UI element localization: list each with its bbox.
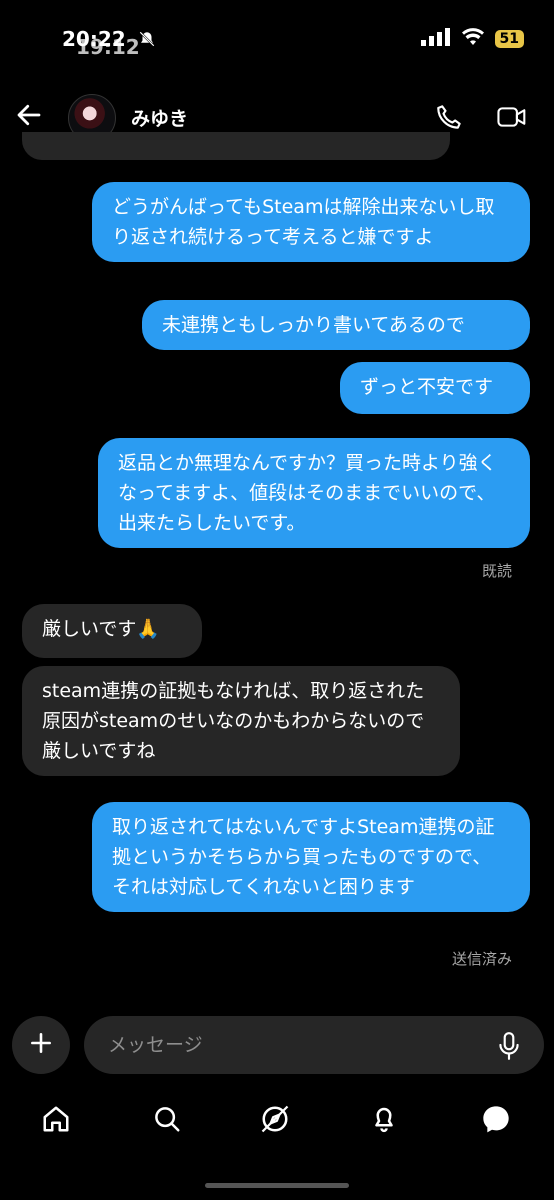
battery-indicator: 51 (494, 30, 524, 48)
wifi-icon (461, 28, 485, 50)
bottom-navigation (0, 1094, 554, 1144)
sent-status: 送信済み (451, 950, 512, 968)
message-outgoing: どうがんばってもSteamは解除出来ないし取り返され続けるって考えると嫌ですよ (92, 182, 530, 262)
microphone-icon[interactable] (496, 1031, 522, 1065)
message-composer (0, 1016, 554, 1078)
silent-bell-icon (138, 30, 156, 52)
status-time-overlap: 19:12 (76, 35, 140, 59)
heart-icon[interactable] (367, 1102, 401, 1136)
back-arrow-icon[interactable] (14, 100, 44, 134)
message-outgoing: 未連携ともしっかり書いてあるので (142, 300, 530, 350)
message-incoming: 厳しいです🙏 (22, 604, 202, 658)
message-outgoing: 取り返されてはないんですよSteam連携の証拠というかそちらから買ったものですの… (92, 802, 530, 912)
home-icon[interactable] (39, 1102, 73, 1136)
explore-icon[interactable] (258, 1102, 292, 1136)
messenger-icon[interactable] (479, 1102, 513, 1136)
message-input[interactable] (84, 1016, 544, 1074)
video-camera-icon[interactable] (496, 102, 528, 136)
signal-icon (420, 28, 451, 50)
read-receipt: 既読 (481, 562, 512, 580)
previous-message-bubble (22, 132, 450, 160)
status-indicators: 51 (420, 28, 524, 50)
status-bar: 20:22 19:12 51 (0, 0, 554, 70)
plus-icon (28, 1030, 54, 1060)
phone-icon[interactable] (434, 102, 464, 136)
home-indicator (205, 1183, 349, 1188)
add-button[interactable] (12, 1016, 70, 1074)
message-incoming: steam連携の証拠もなければ、取り返された原因がsteamのせいなのかもわから… (22, 666, 460, 776)
message-outgoing: 返品とか無理なんですか？買った時より強くなってますよ、値段はそのままでいいので、… (98, 438, 530, 548)
search-icon[interactable] (150, 1102, 184, 1136)
message-outgoing: ずっと不安です (340, 362, 530, 414)
contact-name[interactable]: みゆき (131, 104, 188, 131)
